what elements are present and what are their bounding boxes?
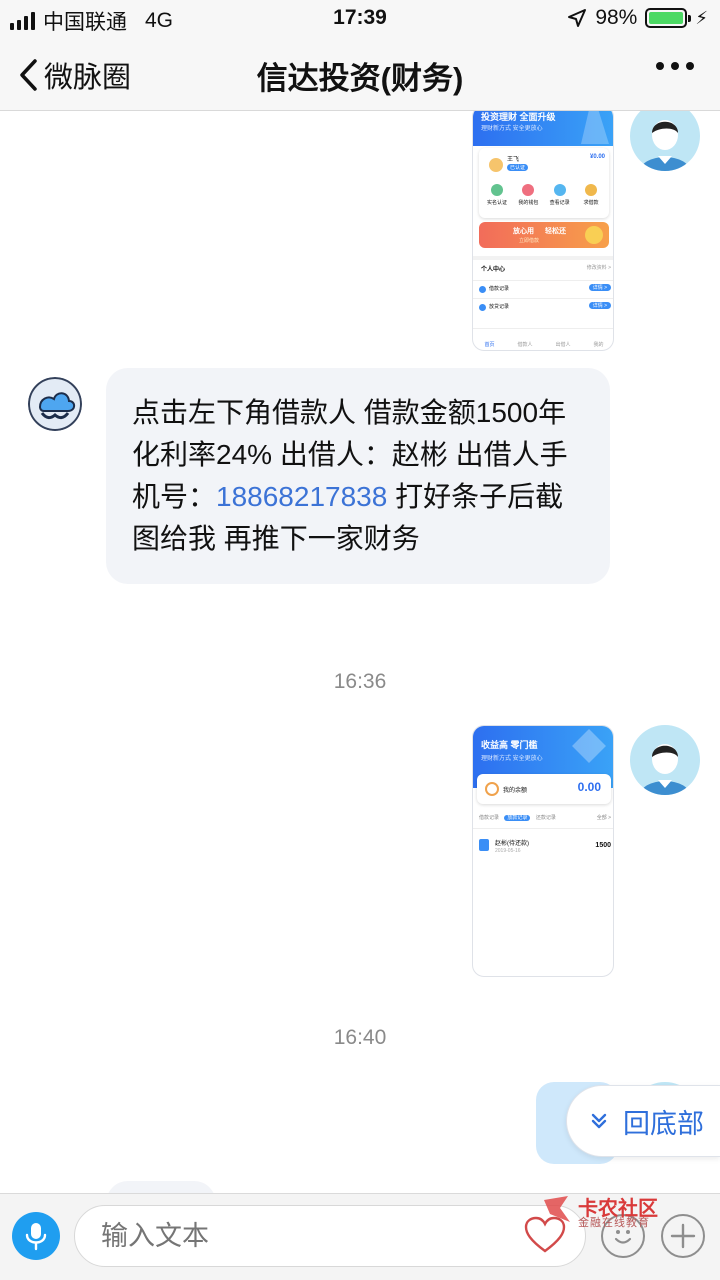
list-item: 借款记录 详情 >: [473, 280, 613, 298]
user-name: 王飞: [507, 157, 520, 163]
message-input[interactable]: [74, 1205, 586, 1267]
user-avatar[interactable]: [630, 725, 700, 795]
chat-area[interactable]: 投资理财 全面升级 理财新方式 安全更放心 王飞 已认证 ¥0.00 实名认证 …: [0, 111, 720, 1193]
banner-subtitle: 理财新方式 安全更放心: [481, 126, 543, 132]
verified-badge: 已认证: [507, 164, 529, 171]
grid-item: 实名认证: [483, 184, 511, 206]
voice-button[interactable]: [12, 1212, 60, 1260]
balance-value: 0.00: [577, 780, 601, 794]
record-amount: 1500: [595, 842, 611, 849]
promo-sub: 立即借款: [519, 238, 540, 244]
list-item: 放贷记录 详情 >: [473, 298, 613, 316]
watermark: 卡农社区 金融在线教育: [540, 1190, 720, 1230]
grid-item: 查看记录: [546, 184, 574, 206]
nav-bar: 微脉圈 信达投资(财务): [0, 38, 720, 111]
personal-center: 个人中心 修改资料 > 借款记录 详情 > 放贷记录 详情 >: [473, 256, 613, 326]
grid-menu: 实名认证 我的钱包 查看记录 求借款: [483, 184, 605, 206]
location-arrow-icon: [568, 9, 587, 27]
battery-icon: [645, 8, 692, 28]
cube-illustration: [572, 729, 606, 763]
user-avatar: [489, 158, 503, 172]
document-icon: [479, 839, 489, 851]
microphone-icon: [25, 1223, 47, 1251]
watermark-logo-icon: [544, 1196, 570, 1222]
battery-fill: [649, 12, 683, 24]
double-chevron-down-icon: [591, 1113, 607, 1129]
charging-icon: ⚡: [695, 7, 708, 28]
banner-title: 投资理财 全面升级: [481, 112, 556, 122]
user-avatar[interactable]: [630, 111, 700, 171]
promo-text-1: 放心用: [513, 228, 534, 235]
text-message-partial: [106, 1181, 216, 1193]
section-title: 个人中心: [481, 267, 506, 273]
banner: 投资理财 全面升级 理财新方式 安全更放心: [473, 111, 613, 146]
phone-link[interactable]: 18868217838: [216, 481, 387, 512]
coin-icon: [585, 226, 603, 244]
grid-item: 求借款: [577, 184, 605, 206]
promo-banner: 放心用 轻松还 立即借款: [479, 222, 609, 248]
status-bar: 中国联通 4G 17:39 98% ⚡: [0, 0, 720, 38]
contact-avatar[interactable]: [28, 377, 82, 431]
more-options-icon[interactable]: [656, 62, 694, 70]
chat-title: 信达投资(财务): [256, 61, 464, 96]
watermark-subtitle: 金融在线教育: [578, 1217, 650, 1229]
timestamp: 16:36: [333, 670, 387, 693]
promo-text-2: 轻松还: [545, 228, 566, 235]
scroll-to-bottom-button[interactable]: 回底部: [566, 1085, 720, 1157]
person-icon: [640, 744, 690, 795]
wallet-icon: [485, 782, 499, 796]
profile-card: 王飞 已认证 ¥0.00 实名认证 我的钱包 查看记录 求借款: [479, 148, 609, 218]
banner-subtitle: 理财新方式 安全更放心: [481, 756, 543, 762]
balance-label: 我的余额: [503, 788, 528, 794]
balance: ¥0.00: [589, 154, 605, 160]
cloud-logo-icon: [28, 377, 82, 431]
city-illustration: [581, 111, 609, 144]
banner-title: 收益高 零门槛: [481, 740, 538, 750]
balance-card: 我的余额 0.00: [477, 774, 611, 804]
person-icon: [640, 120, 690, 171]
timestamp: 16:40: [333, 1026, 387, 1049]
record-name: 赵彬(待还款): [495, 841, 529, 847]
record-row: 赵彬(待还款) 2019-05-16 1500: [473, 828, 613, 862]
grid-item: 我的钱包: [514, 184, 542, 206]
status-right: 98% ⚡: [567, 6, 708, 30]
battery-percent: 98%: [595, 6, 638, 29]
scroll-to-bottom-label: 回底部: [623, 1108, 704, 1139]
record-tabs: 借款记录 放款记录 还款记录 全部 >: [479, 815, 611, 821]
record-date: 2019-05-16: [495, 848, 521, 854]
image-message[interactable]: 收益高 零门槛 理财新方式 安全更放心 我的余额 0.00 借款记录 放款记录 …: [472, 725, 614, 977]
section-link: 修改资料 >: [586, 265, 611, 271]
image-message[interactable]: 投资理财 全面升级 理财新方式 安全更放心 王飞 已认证 ¥0.00 实名认证 …: [472, 111, 614, 351]
text-message[interactable]: 点击左下角借款人 借款金额1500年化利率24% 出借人：赵彬 出借人手机号：1…: [106, 368, 610, 584]
tab-bar: 首页 借款人 出借人 我的: [473, 328, 613, 350]
